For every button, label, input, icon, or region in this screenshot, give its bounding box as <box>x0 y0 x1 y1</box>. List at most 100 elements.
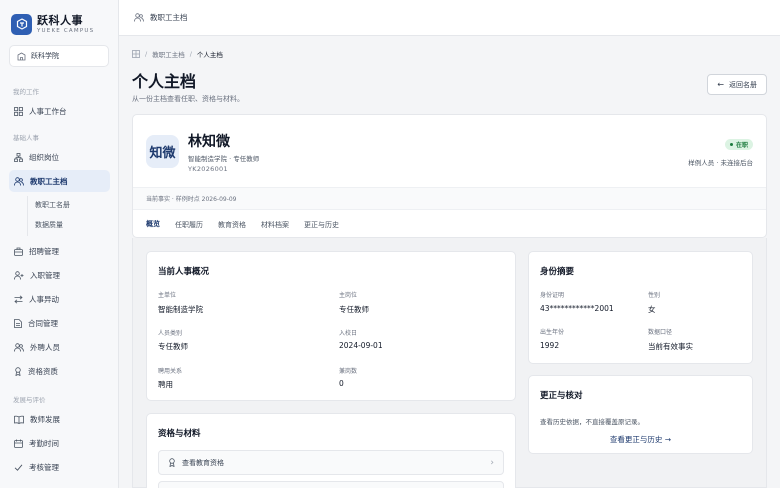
sidebar-item-contract[interactable]: 合同管理 <box>9 312 110 334</box>
group-title-basic-hr: 基础人事 <box>13 134 39 142</box>
sidebar-item-profile[interactable]: 教职工主档 <box>9 170 110 192</box>
field-value: 聘用 <box>158 380 173 389</box>
field-label: 兼岗数 <box>339 368 358 375</box>
breadcrumb-parent[interactable]: 教职工主档 <box>152 49 185 59</box>
profile-tabs: 概览 任职履历 教育资格 材料档案 更正与历史 <box>133 209 766 237</box>
users-icon <box>14 342 24 352</box>
sidebar-item-label: 资格资质 <box>28 366 58 376</box>
sidebar-item-transfer[interactable]: 人事异动 <box>9 288 110 310</box>
field-label: 身份证明 <box>540 292 565 299</box>
person-meta: 智能制造学院 · 专任教师 <box>188 155 260 163</box>
field-value: 2024-09-01 <box>339 341 383 350</box>
users-icon <box>14 176 24 186</box>
users-icon <box>134 13 144 22</box>
status-badge: 在职 <box>724 139 753 150</box>
sidebar-item-label: 外聘人员 <box>30 342 60 352</box>
field-value: 专任教师 <box>158 342 188 351</box>
back-button-label: 返回名册 <box>729 80 757 89</box>
overview-title: 当前人事概况 <box>158 267 210 277</box>
user-plus-icon <box>14 270 24 280</box>
sidebar-item-qualification[interactable]: 资格资质 <box>9 360 110 382</box>
field-value: 当前有效事实 <box>648 342 693 351</box>
field-value: 1992 <box>540 341 560 350</box>
top-bar: 教职工主档 <box>119 0 780 36</box>
sidebar-item-label: 组织岗位 <box>29 152 59 162</box>
materials-title: 资格与材料 <box>158 429 201 439</box>
sidebar-item-workbench[interactable]: 人事工作台 <box>9 100 110 122</box>
sidebar-item-recruit[interactable]: 招聘管理 <box>9 240 110 262</box>
sidebar-item-label: 考勤时间 <box>29 438 59 448</box>
sidebar-item-external[interactable]: 外聘人员 <box>9 336 110 358</box>
field-label: 入校日 <box>339 330 358 337</box>
calendar-icon <box>14 439 23 448</box>
sidebar-item-label: 合同管理 <box>28 318 58 328</box>
materials-next-row[interactable] <box>158 481 504 488</box>
building-icon <box>17 52 26 60</box>
field-label: 主单位 <box>158 292 177 299</box>
status-label: 在职 <box>735 142 748 149</box>
sidebar-subtree-line <box>27 196 28 236</box>
sidebar-item-attendance[interactable]: 考勤时间 <box>9 432 110 454</box>
tab-corrections[interactable]: 更正与历史 <box>304 210 339 237</box>
breadcrumb-separator: / <box>189 50 192 58</box>
identity-title: 身份摘要 <box>540 267 575 277</box>
tab-education[interactable]: 教育资格 <box>218 210 246 237</box>
sidebar-subitem-profile-list[interactable]: 教职工名册 <box>0 194 70 216</box>
sidebar-item-label: 教师发展 <box>30 414 60 424</box>
fact-timestamp-text: 当前事实 · 样例时点 2026-09-09 <box>146 196 237 203</box>
org-chart-icon <box>14 152 23 162</box>
sidebar: 跃科人事 YUEKE CAMPUS 跃科学院 我的工作 人事工作台 基础人事 组… <box>0 0 119 488</box>
top-bar-title: 教职工主档 <box>150 13 188 22</box>
breadcrumb-separator: / <box>145 50 148 58</box>
brand: 跃科人事 YUEKE CAMPUS <box>0 0 118 38</box>
brand-logo-icon <box>11 13 32 35</box>
sidebar-item-assessment[interactable]: 考核管理 <box>9 456 110 478</box>
tab-employment-history[interactable]: 任职履历 <box>175 210 203 237</box>
verify-description: 查看历史依据，不直接覆盖原记录。 <box>540 418 644 426</box>
document-icon <box>14 318 22 328</box>
sidebar-item-development[interactable]: 教师发展 <box>9 408 110 430</box>
view-corrections-link[interactable]: 查看更正与历史 → <box>529 434 752 445</box>
group-title-my-work: 我的工作 <box>13 88 39 96</box>
home-grid-icon[interactable] <box>132 50 140 58</box>
view-education-label: 查看教育资格 <box>182 458 224 467</box>
breadcrumb: / 教职工主档 / 个人主档 <box>132 49 223 59</box>
sidebar-item-label: 入职管理 <box>30 270 60 280</box>
book-icon <box>14 415 24 424</box>
view-education-link[interactable]: 查看教育资格 › <box>158 450 504 475</box>
swap-arrows-icon <box>14 294 23 304</box>
sidebar-subitem-data-quality[interactable]: 数据质量 <box>0 214 63 236</box>
tab-overview[interactable]: 概览 <box>146 210 160 237</box>
award-icon <box>169 458 175 467</box>
chevron-right-icon: › <box>490 457 494 468</box>
field-label: 聘用关系 <box>158 368 183 375</box>
brand-name: 跃科人事 <box>37 13 83 27</box>
avatar: 知微 <box>146 135 179 168</box>
sidebar-item-onboard[interactable]: 入职管理 <box>9 264 110 286</box>
sidebar-item-label: 人事异动 <box>29 294 59 304</box>
field-label: 主岗位 <box>339 292 358 299</box>
school-selector[interactable]: 跃科学院 <box>9 45 109 67</box>
field-value: 女 <box>648 305 656 314</box>
award-icon <box>15 366 21 376</box>
back-to-list-button[interactable]: ← 返回名册 <box>707 74 767 95</box>
main-content: / 教职工主档 / 个人主档 个人主档 从一份主档查看任职、资格与材料。 ← 返… <box>119 36 780 488</box>
status-note: 样例人员 · 未连接后台 <box>688 159 753 167</box>
fact-timestamp: 当前事实 · 样例时点 2026-09-09 <box>133 187 766 209</box>
sidebar-item-label: 教职工主档 <box>30 176 68 186</box>
briefcase-icon <box>14 247 23 256</box>
sidebar-item-org[interactable]: 组织岗位 <box>9 146 110 168</box>
status-dot-icon <box>729 143 733 146</box>
sidebar-item-label: 人事工作台 <box>29 106 67 116</box>
checkmark-icon <box>14 464 23 471</box>
overview-card: 当前人事概况 主单位 智能制造学院 主岗位 专任教师 人员类别 专任教师 入校日… <box>146 251 516 401</box>
arrow-right-icon: → <box>664 435 672 444</box>
field-value: 专任教师 <box>339 305 369 314</box>
identity-card: 身份摘要 身份证明 43************2001 性别 女 出生年份 1… <box>528 251 753 364</box>
field-value: 智能制造学院 <box>158 305 203 314</box>
group-title-development: 发展与评价 <box>13 396 46 404</box>
tab-materials[interactable]: 材料档案 <box>261 210 289 237</box>
arrow-left-icon: ← <box>717 80 724 89</box>
field-label: 性别 <box>648 292 661 299</box>
field-label: 出生年份 <box>540 329 565 336</box>
